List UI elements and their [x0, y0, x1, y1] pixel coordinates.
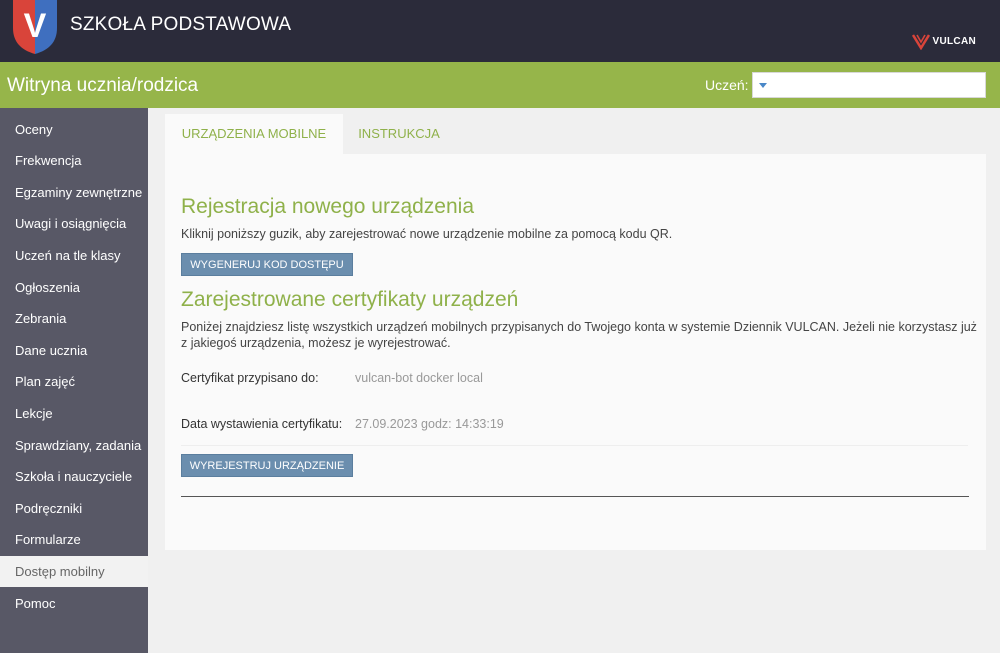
sidebar: Oceny Frekwencja Egzaminy zewnętrzne Uwa…: [0, 108, 148, 653]
section-divider: [181, 496, 969, 497]
main-panel: Rejestracja nowego urządzenia Kliknij po…: [165, 154, 986, 550]
register-heading: Rejestracja nowego urządzenia: [181, 195, 475, 218]
school-logo-icon: V: [13, 0, 57, 54]
certificates-heading: Zarejestrowane certyfikaty urządzeń: [181, 288, 519, 311]
logo-letter: V: [24, 7, 47, 45]
divider: [181, 445, 968, 446]
student-select[interactable]: [752, 72, 986, 98]
vulcan-logo[interactable]: VULCAN: [911, 31, 976, 51]
cert-date-value: 27.09.2023 godz: 14:33:19: [355, 417, 504, 431]
sidebar-item-dane-ucznia[interactable]: Dane ucznia: [0, 335, 148, 366]
sidebar-item-plan-zajec[interactable]: Plan zajęć: [0, 366, 148, 397]
sidebar-item-oceny[interactable]: Oceny: [0, 114, 148, 145]
sidebar-item-egzaminy[interactable]: Egzaminy zewnętrzne: [0, 177, 148, 208]
sidebar-item-dostep-mobilny[interactable]: Dostęp mobilny: [0, 556, 148, 587]
generate-code-button[interactable]: WYGENERUJ KOD DOSTĘPU: [181, 253, 353, 276]
tab-instrukcja[interactable]: INSTRUKCJA: [343, 114, 455, 154]
top-header: V SZKOŁA PODSTAWOWA VULCAN: [0, 0, 1000, 62]
sidebar-item-formularze[interactable]: Formularze: [0, 524, 148, 555]
cert-assigned-value: vulcan-bot docker local: [355, 371, 483, 385]
student-label: Uczeń:: [705, 77, 749, 93]
school-name: SZKOŁA PODSTAWOWA: [70, 14, 292, 35]
cert-date-label: Data wystawienia certyfikatu:: [181, 417, 343, 431]
vulcan-brand-text: VULCAN: [932, 35, 976, 47]
register-description: Kliknij poniższy guzik, aby zarejestrowa…: [181, 227, 673, 241]
sidebar-item-podreczniki[interactable]: Podręczniki: [0, 493, 148, 524]
sidebar-item-uwagi[interactable]: Uwagi i osiągnięcia: [0, 208, 148, 239]
vulcan-logo-icon: [911, 34, 930, 50]
chevron-down-icon: [759, 83, 767, 88]
sidebar-item-uczen-na-tle-klasy[interactable]: Uczeń na tle klasy: [0, 240, 148, 271]
sidebar-item-pomoc[interactable]: Pomoc: [0, 588, 148, 619]
tab-urzadzenia-mobilne[interactable]: URZĄDZENIA MOBILNE: [165, 114, 343, 154]
sidebar-item-szkola-i-nauczyciele[interactable]: Szkoła i nauczyciele: [0, 461, 148, 492]
sidebar-item-sprawdziany[interactable]: Sprawdziany, zadania: [0, 430, 148, 461]
sidebar-item-ogloszenia[interactable]: Ogłoszenia: [0, 272, 148, 303]
sidebar-item-lekcje[interactable]: Lekcje: [0, 398, 148, 429]
site-title: Witryna ucznia/rodzica: [7, 75, 199, 96]
sidebar-item-frekwencja[interactable]: Frekwencja: [0, 145, 148, 176]
certificates-description-line2: z jakiegoś urządzenia, możesz je wyrejes…: [181, 336, 451, 350]
sidebar-item-zebrania[interactable]: Zebrania: [0, 303, 148, 334]
unregister-device-button[interactable]: WYREJESTRUJ URZĄDZENIE: [181, 454, 353, 477]
cert-assigned-label: Certyfikat przypisano do:: [181, 371, 319, 385]
site-header: Witryna ucznia/rodzica Uczeń:: [0, 62, 1000, 108]
certificates-description-line1: Poniżej znajdziesz listę wszystkich urzą…: [181, 320, 977, 334]
